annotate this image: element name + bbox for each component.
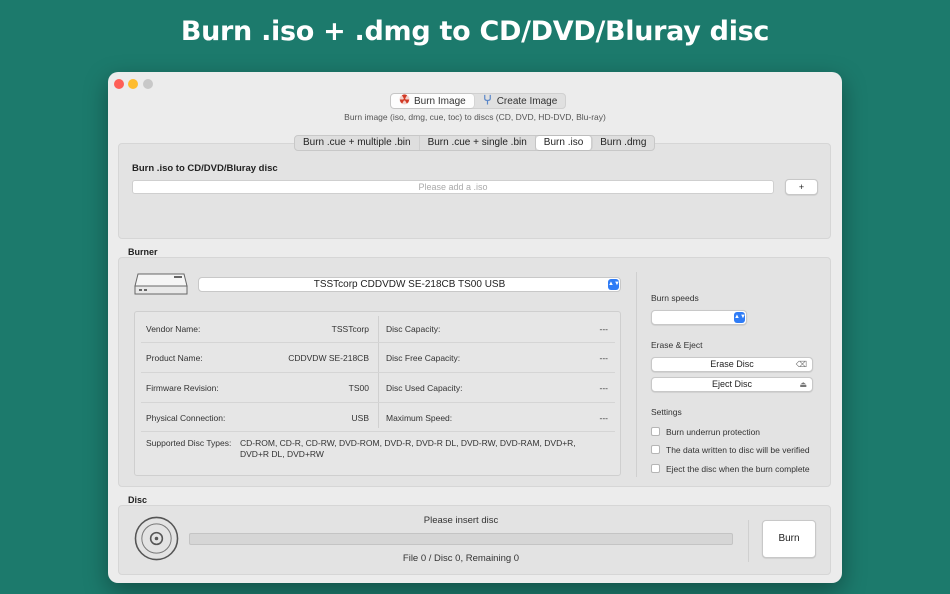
disc-icon [134, 516, 179, 566]
mode-create-image-label: Create Image [496, 95, 558, 107]
info-value: --- [599, 413, 609, 423]
mode-create-image[interactable]: Create Image [474, 94, 566, 108]
burn-underrun-checkbox[interactable] [651, 427, 660, 436]
optical-drive-icon [134, 272, 188, 301]
info-label: Disc Used Capacity: [386, 383, 463, 393]
info-label: Firmware Revision: [146, 383, 219, 393]
burn-type-tabs: Burn .cue + multiple .bin Burn .cue + si… [294, 135, 656, 151]
tuning-fork-icon [482, 94, 493, 108]
info-value: USB [351, 413, 369, 423]
eject-icon: ⏏ [799, 380, 807, 389]
eject-disc-button[interactable]: Eject Disc ⏏ [651, 377, 813, 392]
headline: Burn .iso + .dmg to CD/DVD/Bluray disc [180, 16, 770, 47]
burn-button[interactable]: Burn [762, 520, 816, 558]
radiation-icon [399, 94, 410, 108]
info-label: Physical Connection: [146, 413, 226, 423]
burn-speeds-label: Burn speeds [651, 293, 699, 303]
info-label: Maximum Speed: [386, 413, 453, 423]
info-row-divider [141, 372, 615, 373]
burn-progress-bar [189, 533, 733, 545]
drive-select-stepper-icon[interactable]: ▲▼ [608, 279, 620, 290]
iso-path-field[interactable]: Please add a .iso [132, 180, 774, 194]
verify-data-checkbox[interactable] [651, 445, 660, 454]
tab-burn-dmg[interactable]: Burn .dmg [592, 136, 654, 150]
disc-counter: File 0 / Disc 0, Remaining 0 [402, 553, 520, 564]
mode-switcher: Burn Image Create Image [390, 93, 567, 109]
tab-burn-cue-multiple-bin[interactable]: Burn .cue + multiple .bin [295, 136, 420, 150]
info-value: --- [599, 383, 609, 393]
supported-types-label: Supported Disc Types: [146, 438, 232, 448]
zoom-window-button[interactable] [143, 79, 153, 89]
burn-underrun-label: Burn underrun protection [666, 427, 761, 437]
disc-vertical-divider [748, 520, 749, 562]
info-label: Vendor Name: [146, 324, 201, 334]
info-row-divider [141, 402, 615, 403]
erase-disc-label: Erase Disc [710, 359, 754, 369]
eject-after-burn-checkbox[interactable] [651, 464, 660, 473]
erase-eject-label: Erase & Eject [651, 340, 703, 350]
drive-select[interactable]: TSSTcorp CDDVDW SE-218CB TS00 USB [198, 277, 621, 292]
add-iso-button[interactable]: + [785, 179, 818, 195]
eject-disc-label: Eject Disc [711, 379, 752, 389]
iso-section-title: Burn .iso to CD/DVD/Bluray disc [132, 163, 278, 174]
burn-speed-select[interactable] [651, 310, 747, 325]
close-window-button[interactable] [114, 79, 124, 89]
disc-section-label: Disc [128, 495, 148, 505]
mode-burn-image[interactable]: Burn Image [391, 94, 474, 108]
disc-status: Please insert disc [423, 515, 499, 526]
info-label: Disc Free Capacity: [386, 353, 461, 363]
verify-data-label: The data written to disc will be verifie… [666, 445, 810, 455]
mode-burn-image-label: Burn Image [414, 95, 466, 107]
burn-button-label: Burn [778, 533, 800, 544]
tab-burn-iso[interactable]: Burn .iso [535, 136, 593, 150]
info-value: CDDVDW SE-218CB [288, 353, 369, 363]
mode-subtitle: Burn image (iso, dmg, cue, toc) to discs… [344, 112, 606, 122]
info-label: Disc Capacity: [386, 324, 441, 334]
drive-info-box: Vendor Name: TSSTcorp Disc Capacity: ---… [134, 311, 621, 476]
erase-disc-button[interactable]: Erase Disc ⌫ [651, 357, 813, 372]
burner-section-label: Burner [128, 247, 158, 257]
info-row-divider [141, 342, 615, 343]
burner-vertical-divider [636, 272, 637, 477]
info-label: Product Name: [146, 353, 203, 363]
erase-icon: ⌫ [795, 360, 807, 369]
tab-burn-cue-single-bin[interactable]: Burn .cue + single .bin [420, 136, 536, 150]
drive-select-value: TSSTcorp CDDVDW SE-218CB TS00 USB [313, 279, 506, 290]
info-row-divider [141, 431, 615, 432]
supported-types-value: CD-ROM, CD-R, CD-RW, DVD-ROM, DVD-R, DVD… [240, 438, 576, 459]
burn-speed-stepper-icon[interactable]: ▲▼ [734, 312, 746, 323]
info-value: TS00 [348, 383, 369, 393]
minimize-window-button[interactable] [128, 79, 138, 89]
info-value: --- [599, 324, 609, 334]
titlebar: Burn Image Create Image Burn image (iso,… [108, 72, 842, 126]
eject-after-burn-label: Eject the disc when the burn complete [666, 464, 810, 474]
settings-label: Settings [651, 407, 682, 417]
app-window: Burn Image Create Image Burn image (iso,… [108, 72, 842, 583]
info-value: TSSTcorp [331, 324, 369, 334]
info-value: --- [599, 353, 609, 363]
